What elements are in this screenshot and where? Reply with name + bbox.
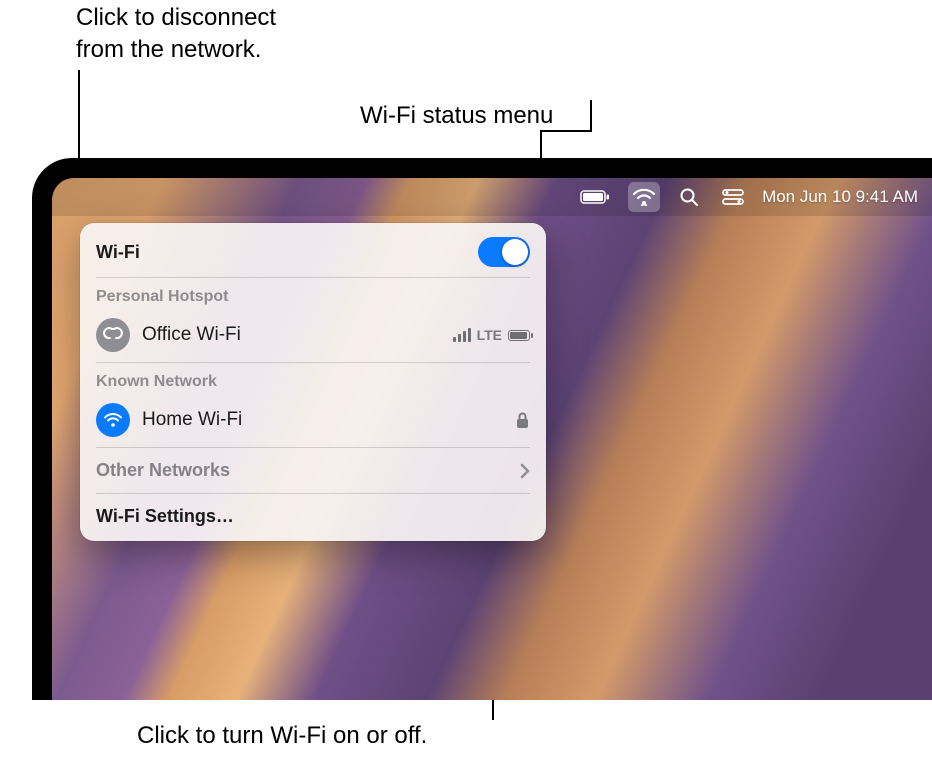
lock-icon xyxy=(515,411,530,429)
signal-bars-icon xyxy=(453,328,471,342)
other-networks-row[interactable]: Other Networks xyxy=(80,448,546,493)
callout-disconnect: Click to disconnect from the network. xyxy=(76,2,326,67)
known-network-name: Home Wi-Fi xyxy=(142,409,503,431)
callout-wifi-menu: Wi-Fi status menu xyxy=(360,100,660,132)
hotspot-battery-icon xyxy=(508,330,530,341)
other-networks-label: Other Networks xyxy=(96,460,230,481)
hotspot-network-name: Office Wi-Fi xyxy=(142,324,441,346)
section-label-known: Known Network xyxy=(80,363,546,397)
wifi-settings-row[interactable]: Wi-Fi Settings… xyxy=(80,494,546,539)
leader-line xyxy=(590,100,592,130)
menu-bar: Mon Jun 10 9:41 AM xyxy=(52,178,932,216)
callout-toggle: Click to turn Wi-Fi on or off. xyxy=(137,720,497,752)
wifi-connected-icon xyxy=(96,403,130,437)
desktop: Mon Jun 10 9:41 AM Wi-Fi Personal Hotspo… xyxy=(52,178,932,700)
wifi-status-panel: Wi-Fi Personal Hotspot Office Wi-Fi LTE … xyxy=(80,223,546,541)
hotspot-network-row[interactable]: Office Wi-Fi LTE xyxy=(80,312,546,362)
carrier-label: LTE xyxy=(477,327,502,343)
hotspot-icon xyxy=(96,318,130,352)
laptop-bezel: Mon Jun 10 9:41 AM Wi-Fi Personal Hotspo… xyxy=(32,158,932,700)
spotlight-icon[interactable] xyxy=(674,182,704,212)
wifi-menu-icon[interactable] xyxy=(628,182,660,212)
battery-menu-icon[interactable] xyxy=(576,182,614,212)
wifi-panel-title: Wi-Fi xyxy=(96,242,140,263)
known-network-row[interactable]: Home Wi-Fi xyxy=(80,397,546,447)
wifi-toggle[interactable] xyxy=(478,237,530,267)
clock[interactable]: Mon Jun 10 9:41 AM xyxy=(762,187,918,207)
leader-line xyxy=(540,130,592,132)
chevron-right-icon xyxy=(520,463,530,479)
section-label-hotspot: Personal Hotspot xyxy=(80,278,546,312)
control-center-icon[interactable] xyxy=(718,182,748,212)
wifi-settings-label: Wi-Fi Settings… xyxy=(96,506,234,527)
hotspot-status: LTE xyxy=(453,327,530,343)
